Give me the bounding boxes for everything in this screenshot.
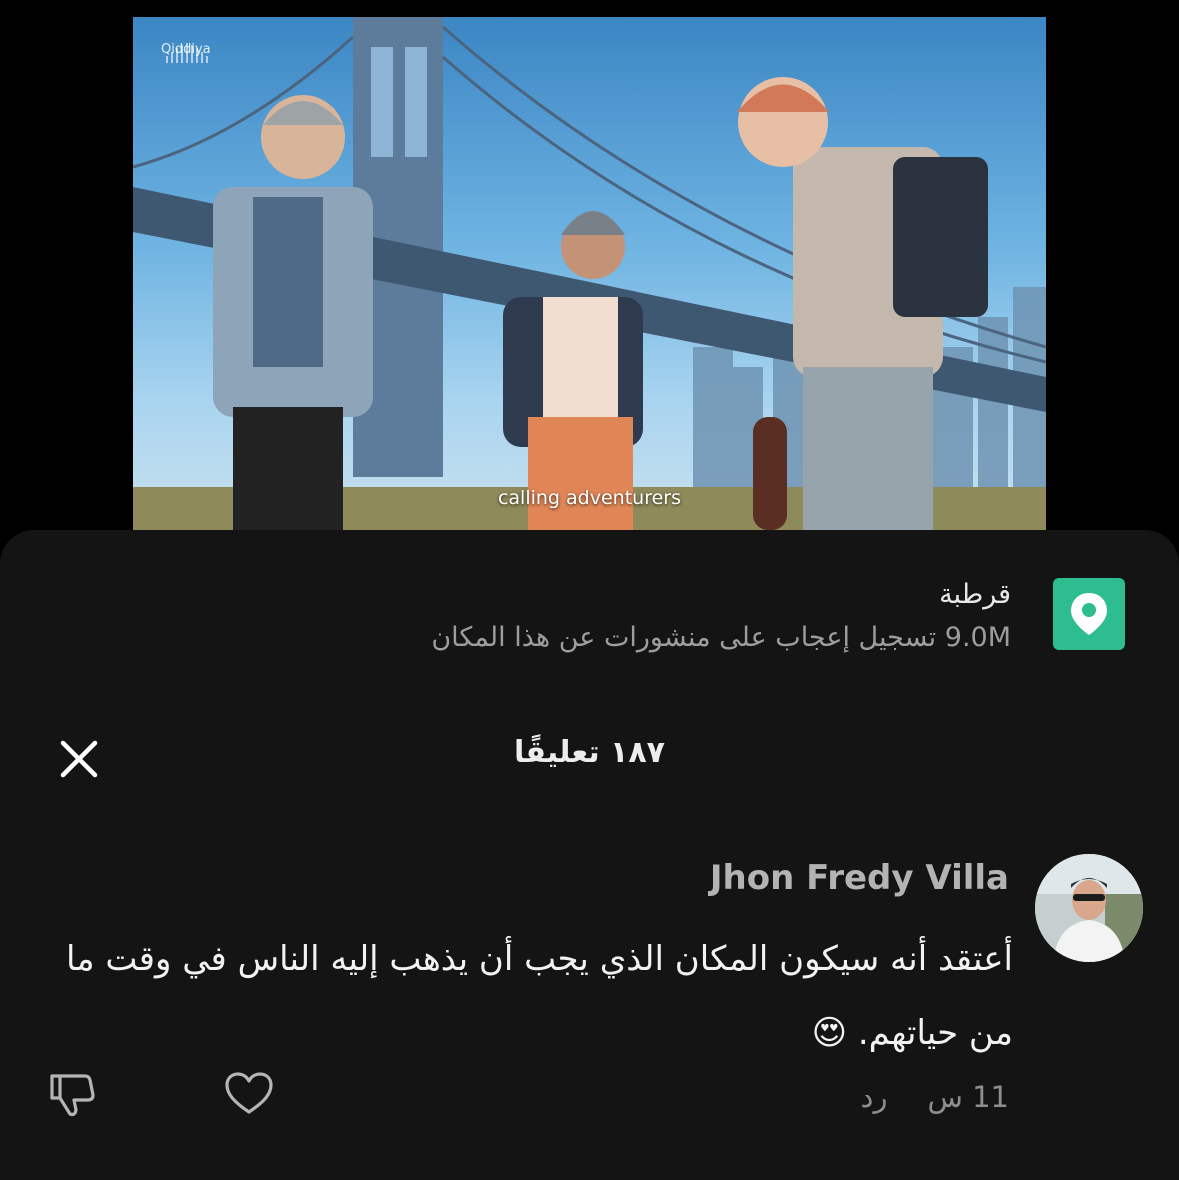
comment-meta: 11 س رد — [861, 1080, 1009, 1114]
avatar[interactable] — [1035, 854, 1143, 962]
brand-mark-icon — [166, 43, 208, 63]
close-button[interactable] — [58, 738, 100, 780]
thumbs-down-icon — [50, 1074, 95, 1117]
place-likes: 9.0M تسجيل إعجاب على منشورات عن هذا المك… — [431, 618, 1011, 658]
comment-author[interactable]: Jhon Fredy Villa — [710, 858, 1009, 898]
comments-count-title: ١٨٧ تعليقًا — [514, 735, 665, 770]
place-likes-count: 9.0M — [944, 622, 1011, 653]
dislike-button[interactable] — [48, 1070, 98, 1118]
reply-button[interactable]: رد — [861, 1080, 888, 1114]
comment-time: 11 س — [927, 1080, 1009, 1114]
place-likes-text: تسجيل إعجاب على منشورات عن هذا المكان — [431, 622, 937, 653]
place-name: قرطبة — [939, 579, 1011, 610]
video-frame — [133, 17, 1046, 530]
comment-text: أعتقد أنه سيكون المكان الذي يجب أن يذهب … — [65, 939, 1013, 1053]
brand-logo: Qiddiya — [161, 42, 211, 63]
place-card[interactable]: قرطبة 9.0M تسجيل إعجاب على منشورات عن هذ… — [431, 578, 1125, 658]
close-icon — [60, 740, 98, 778]
heart-icon — [225, 1072, 273, 1114]
like-button[interactable] — [224, 1070, 274, 1118]
comments-sheet: قرطبة 9.0M تسجيل إعجاب على منشورات عن هذ… — [0, 530, 1179, 1180]
video-player[interactable]: Qiddiya calling adventurers — [133, 17, 1046, 530]
video-caption: calling adventurers — [497, 487, 682, 509]
location-pin-icon — [1053, 578, 1125, 650]
